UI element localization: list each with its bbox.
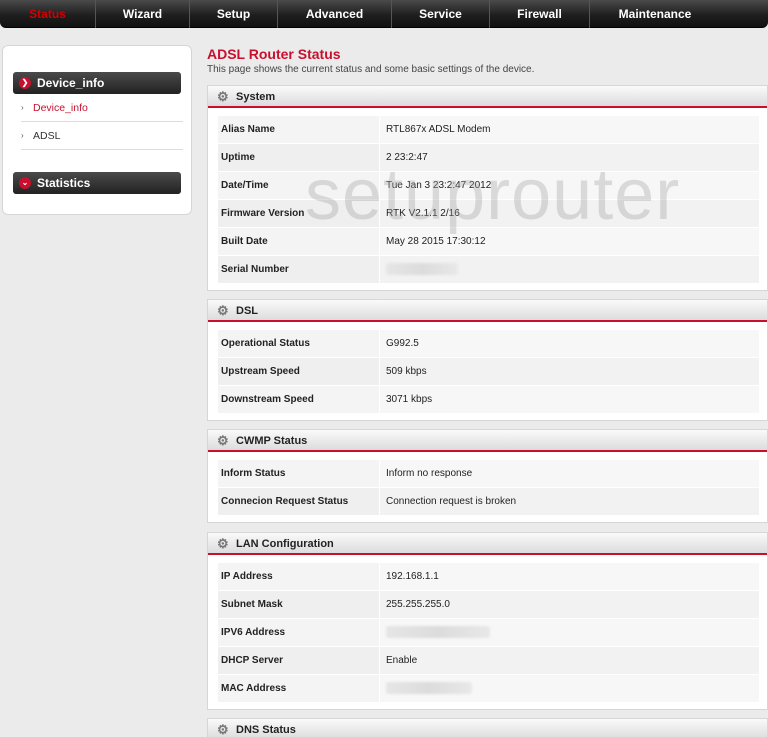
chevron-right-icon: ❯	[19, 77, 31, 89]
row-label: Date/Time	[218, 172, 380, 199]
row-label: Firmware Version	[218, 200, 380, 227]
sidebar-item-device-info[interactable]: › Device_info	[21, 94, 183, 122]
table-row: IP Address 192.168.1.1	[218, 563, 759, 591]
top-nav: Status Wizard Setup Advanced Service Fir…	[0, 0, 768, 28]
gear-icon: ⚙	[217, 536, 229, 551]
row-label: Built Date	[218, 228, 380, 255]
gear-icon: ⚙	[217, 303, 229, 318]
tab-maintenance[interactable]: Maintenance	[590, 0, 720, 28]
row-label: DHCP Server	[218, 647, 380, 674]
row-label: Upstream Speed	[218, 358, 380, 385]
section-title: LAN Configuration	[236, 538, 334, 550]
table-row: Inform Status Inform no response	[218, 460, 759, 488]
sidebar-item-label: Device_info	[33, 102, 88, 114]
row-value: G992.5	[380, 330, 759, 357]
section-title: DNS Status	[236, 724, 296, 736]
sidebar-group-statistics[interactable]: ⌄ Statistics	[13, 172, 181, 194]
section-header: ⚙ CWMP Status	[208, 430, 767, 452]
row-label: IPV6 Address	[218, 619, 380, 646]
sidebar-group-device-info[interactable]: ❯ Device_info	[13, 72, 181, 94]
tab-advanced[interactable]: Advanced	[278, 0, 392, 28]
row-value: May 28 2015 17:30:12	[380, 228, 759, 255]
table-row: MAC Address	[218, 675, 759, 703]
table-row: Firmware Version RTK V2.1.1 2/16	[218, 200, 759, 228]
row-value-redacted	[380, 256, 759, 283]
row-value: Connection request is broken	[380, 488, 759, 515]
row-value: Enable	[380, 647, 759, 674]
row-label: Alias Name	[218, 116, 380, 143]
redacted-value	[386, 626, 490, 639]
table-row: Connecion Request Status Connection requ…	[218, 488, 759, 516]
bullet-icon: ›	[21, 103, 24, 112]
row-label: Inform Status	[218, 460, 380, 487]
sidebar: ❯ Device_info › Device_info › ADSL ⌄ Sta…	[2, 45, 192, 215]
system-section: ⚙ System Alias Name RTL867x ADSL Modem U…	[207, 85, 768, 291]
table-row: Upstream Speed 509 kbps	[218, 358, 759, 386]
row-value: Inform no response	[380, 460, 759, 487]
sidebar-item-adsl[interactable]: › ADSL	[21, 122, 183, 150]
table-row: Date/Time Tue Jan 3 23:2:47 2012	[218, 172, 759, 200]
section-title: DSL	[236, 305, 258, 317]
table-row: Built Date May 28 2015 17:30:12	[218, 228, 759, 256]
redacted-value	[386, 263, 458, 276]
dsl-section: ⚙ DSL Operational Status G992.5 Upstream…	[207, 299, 768, 421]
table-row: IPV6 Address	[218, 619, 759, 647]
section-header: ⚙ LAN Configuration	[208, 533, 767, 555]
section-header: ⚙ System	[208, 86, 767, 108]
chevron-down-icon: ⌄	[19, 177, 31, 189]
dns-section: ⚙ DNS Status	[207, 718, 768, 737]
bullet-icon: ›	[21, 131, 24, 140]
tab-setup[interactable]: Setup	[190, 0, 278, 28]
sidebar-group-label: Device_info	[37, 76, 105, 90]
page-title: ADSL Router Status	[207, 46, 341, 62]
row-value: RTL867x ADSL Modem	[380, 116, 759, 143]
tab-status[interactable]: Status	[0, 0, 96, 28]
gear-icon: ⚙	[217, 433, 229, 448]
tab-firewall[interactable]: Firewall	[490, 0, 590, 28]
row-label: MAC Address	[218, 675, 380, 702]
cwmp-section: ⚙ CWMP Status Inform Status Inform no re…	[207, 429, 768, 523]
row-label: Serial Number	[218, 256, 380, 283]
sidebar-group-label: Statistics	[37, 176, 91, 190]
section-title: System	[236, 91, 276, 103]
gear-icon: ⚙	[217, 89, 229, 104]
row-label: Connecion Request Status	[218, 488, 380, 515]
row-value: 509 kbps	[380, 358, 759, 385]
page-description: This page shows the current status and s…	[207, 64, 535, 75]
table-row: Downstream Speed 3071 kbps	[218, 386, 759, 414]
redacted-value	[386, 682, 472, 695]
row-label: Subnet Mask	[218, 591, 380, 618]
row-label: Uptime	[218, 144, 380, 171]
tab-wizard[interactable]: Wizard	[96, 0, 190, 28]
row-value-redacted	[380, 675, 759, 702]
section-title: CWMP Status	[236, 435, 308, 447]
row-value: 255.255.255.0	[380, 591, 759, 618]
row-value: 192.168.1.1	[380, 563, 759, 590]
table-row: Alias Name RTL867x ADSL Modem	[218, 116, 759, 144]
tab-service[interactable]: Service	[392, 0, 490, 28]
gear-icon: ⚙	[217, 722, 229, 737]
lan-section: ⚙ LAN Configuration IP Address 192.168.1…	[207, 532, 768, 710]
section-header: ⚙ DSL	[208, 300, 767, 322]
sidebar-item-label: ADSL	[33, 130, 61, 142]
row-label: Downstream Speed	[218, 386, 380, 413]
section-header: ⚙ DNS Status	[208, 719, 767, 737]
table-row: Operational Status G992.5	[218, 330, 759, 358]
table-row: Serial Number	[218, 256, 759, 284]
row-label: Operational Status	[218, 330, 380, 357]
row-value: 2 23:2:47	[380, 144, 759, 171]
table-row: Uptime 2 23:2:47	[218, 144, 759, 172]
row-value: Tue Jan 3 23:2:47 2012	[380, 172, 759, 199]
table-row: DHCP Server Enable	[218, 647, 759, 675]
row-label: IP Address	[218, 563, 380, 590]
row-value: RTK V2.1.1 2/16	[380, 200, 759, 227]
table-row: Subnet Mask 255.255.255.0	[218, 591, 759, 619]
row-value-redacted	[380, 619, 759, 646]
row-value: 3071 kbps	[380, 386, 759, 413]
